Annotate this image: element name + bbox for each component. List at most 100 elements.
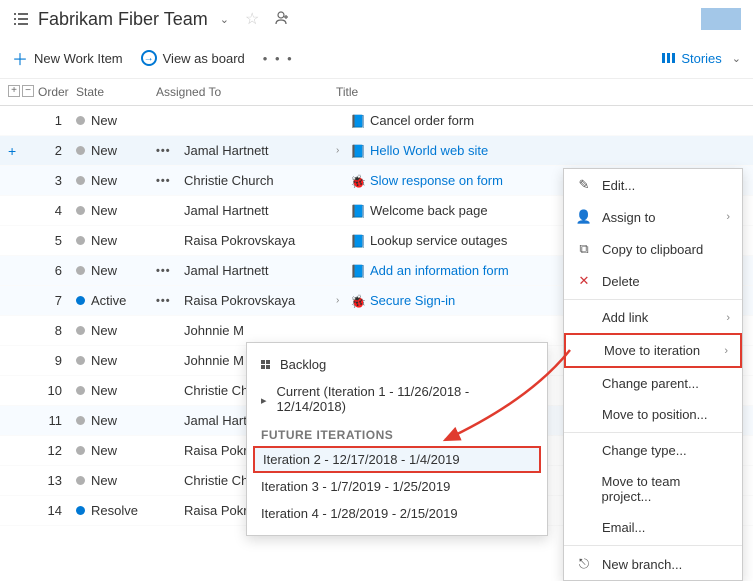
work-item-row[interactable]: +1NewCancel order form: [0, 106, 753, 136]
filter-label: Stories: [681, 51, 721, 66]
new-work-item-button[interactable]: ＋ New Work Item: [12, 46, 123, 70]
row-state: New: [76, 173, 156, 188]
menu-email[interactable]: Email...: [564, 512, 742, 543]
expand-chevron-icon[interactable]: ›: [336, 295, 350, 306]
chevron-right-icon: ›: [724, 345, 728, 357]
submenu-iteration-4[interactable]: Iteration 4 - 1/28/2019 - 2/15/2019: [247, 500, 547, 527]
menu-move-position[interactable]: Move to position...: [564, 399, 742, 430]
bug-icon: [350, 294, 364, 308]
filter-dropdown[interactable]: Stories ⌄: [662, 51, 741, 66]
iteration-submenu: Backlog Current (Iteration 1 - 11/26/201…: [246, 342, 548, 536]
state-dot-icon: [76, 206, 85, 215]
row-more-icon[interactable]: •••: [156, 175, 184, 187]
state-dot-icon: [76, 266, 85, 275]
add-row-icon[interactable]: +: [8, 143, 20, 159]
row-title[interactable]: Hello World web site: [350, 143, 745, 158]
collapse-all-icon[interactable]: −: [22, 85, 34, 97]
submenu-heading: FUTURE ITERATIONS: [247, 420, 547, 446]
row-title[interactable]: Cancel order form: [350, 113, 745, 128]
submenu-iteration-3[interactable]: Iteration 3 - 1/7/2019 - 1/25/2019: [247, 473, 547, 500]
view-board-label: View as board: [163, 51, 245, 66]
menu-add-link[interactable]: Add link›: [564, 302, 742, 333]
expand-all-icon[interactable]: +: [8, 85, 20, 97]
menu-move-team[interactable]: Move to team project...: [564, 466, 742, 512]
people-icon[interactable]: [275, 10, 291, 29]
row-order: 13: [38, 473, 76, 488]
story-icon: [350, 114, 364, 128]
more-icon[interactable]: • • •: [263, 51, 294, 66]
table-header: + − Order State Assigned To Title: [0, 79, 753, 106]
menu-change-type[interactable]: Change type...: [564, 435, 742, 466]
row-assigned: Johnnie M: [184, 323, 336, 338]
branch-icon: ⎋: [576, 556, 592, 572]
row-order: 14: [38, 503, 76, 518]
row-state: New: [76, 443, 156, 458]
state-dot-icon: [76, 236, 85, 245]
columns-icon: [662, 53, 675, 63]
triangle-icon: [261, 392, 267, 407]
menu-assign[interactable]: 👤Assign to›: [564, 201, 742, 233]
pencil-icon: ✎: [576, 177, 592, 193]
row-order: 9: [38, 353, 76, 368]
state-dot-icon: [76, 416, 85, 425]
story-icon: [350, 204, 364, 218]
row-state: New: [76, 113, 156, 128]
row-assigned: Jamal Hartnett: [184, 203, 336, 218]
submenu-backlog[interactable]: Backlog: [247, 351, 547, 378]
team-name[interactable]: Fabrikam Fiber Team: [38, 9, 208, 30]
menu-copy[interactable]: ⧉Copy to clipboard: [564, 233, 742, 265]
expand-chevron-icon[interactable]: ›: [336, 145, 350, 156]
col-assigned[interactable]: Assigned To: [156, 85, 336, 99]
delete-icon: ✕: [576, 273, 592, 289]
row-state: New: [76, 263, 156, 278]
story-icon: [350, 264, 364, 278]
star-icon[interactable]: ☆: [245, 9, 259, 29]
toolbar: ＋ New Work Item → View as board • • • St…: [0, 38, 753, 79]
row-state: New: [76, 383, 156, 398]
row-assigned: Jamal Hartnett: [184, 263, 336, 278]
menu-new-branch[interactable]: ⎋New branch...: [564, 548, 742, 580]
col-order[interactable]: Order: [38, 85, 76, 99]
row-more-icon[interactable]: •••: [156, 265, 184, 277]
submenu-iteration-2[interactable]: Iteration 2 - 12/17/2018 - 1/4/2019: [253, 446, 541, 473]
story-icon: [350, 234, 364, 248]
story-icon: [350, 144, 364, 158]
work-item-row[interactable]: +2New•••Jamal Hartnett›Hello World web s…: [0, 136, 753, 166]
state-dot-icon: [76, 116, 85, 125]
row-order: 5: [38, 233, 76, 248]
row-state: New: [76, 353, 156, 368]
menu-change-parent[interactable]: Change parent...: [564, 368, 742, 399]
menu-separator: [564, 299, 742, 300]
menu-delete[interactable]: ✕Delete: [564, 265, 742, 297]
row-assigned: Raisa Pokrovskaya: [184, 293, 336, 308]
row-order: 12: [38, 443, 76, 458]
col-title[interactable]: Title: [336, 85, 745, 99]
header-avatar-placeholder[interactable]: [701, 8, 741, 30]
row-state: New: [76, 143, 156, 158]
state-dot-icon: [76, 386, 85, 395]
chevron-down-icon[interactable]: ⌄: [220, 13, 229, 26]
row-state: Active: [76, 293, 156, 308]
row-order: 2: [38, 143, 76, 158]
row-more-icon[interactable]: •••: [156, 145, 184, 157]
menu-edit[interactable]: ✎Edit...: [564, 169, 742, 201]
state-dot-icon: [76, 146, 85, 155]
row-state: New: [76, 323, 156, 338]
menu-move-iteration[interactable]: Move to iteration›: [564, 333, 742, 368]
row-state: Resolve: [76, 503, 156, 518]
menu-separator: [564, 432, 742, 433]
state-dot-icon: [76, 176, 85, 185]
state-dot-icon: [76, 506, 85, 515]
col-state[interactable]: State: [76, 85, 156, 99]
state-dot-icon: [76, 296, 85, 305]
page-header: Fabrikam Fiber Team ⌄ ☆: [0, 0, 753, 38]
copy-icon: ⧉: [576, 241, 592, 257]
state-dot-icon: [76, 446, 85, 455]
menu-separator: [564, 545, 742, 546]
row-state: New: [76, 473, 156, 488]
row-more-icon[interactable]: •••: [156, 295, 184, 307]
state-dot-icon: [76, 326, 85, 335]
row-state: New: [76, 233, 156, 248]
view-as-board-button[interactable]: → View as board: [141, 50, 245, 66]
submenu-current[interactable]: Current (Iteration 1 - 11/26/2018 - 12/1…: [247, 378, 547, 420]
